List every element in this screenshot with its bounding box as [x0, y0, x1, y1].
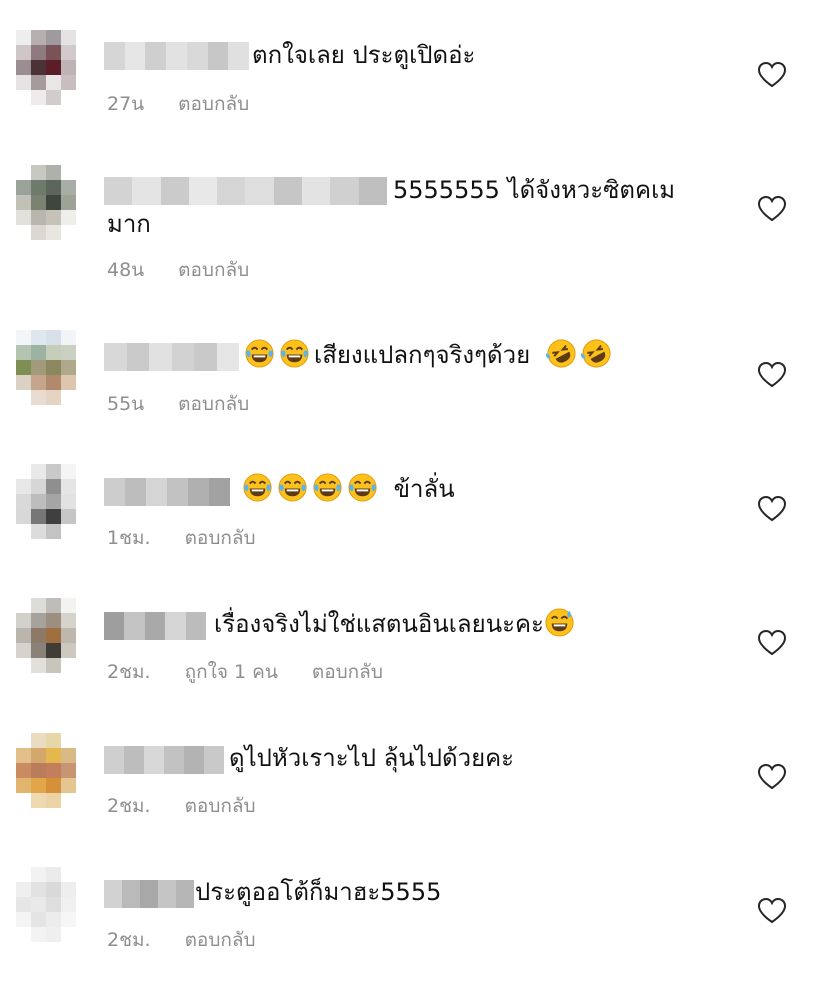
comment-text-row: เสียงแปลกๆจริงๆด้วย — [244, 338, 616, 372]
comment-text: เสียงแปลกๆจริงๆด้วย — [314, 341, 531, 369]
comment-meta: 2ชม. ถูกใจ 1 คน ตอบกลับ — [107, 657, 383, 687]
username-blurred[interactable] — [104, 42, 249, 70]
username-blurred[interactable] — [104, 343, 239, 371]
reply-button[interactable]: ตอบกลับ — [185, 925, 256, 955]
username-blurred[interactable] — [104, 612, 206, 640]
reply-button[interactable]: ตอบกลับ — [185, 791, 256, 821]
comment-meta: 55น ตอบกลับ — [107, 389, 249, 419]
likes-count-link[interactable]: ถูกใจ 1 คน — [185, 657, 278, 687]
comment-text: เรื่องจริงไม่ใช่แสตนอินเลยนะคะ — [214, 610, 544, 638]
rolling-on-floor-laughing-emoji — [580, 338, 612, 369]
comment-meta: 27น ตอบกลับ — [107, 89, 249, 119]
comment-time: 2ชม. — [107, 929, 151, 951]
reply-button[interactable]: ตอบกลับ — [178, 389, 249, 419]
face-with-tears-of-joy-emoji — [244, 338, 275, 369]
heart-outline-icon[interactable] — [758, 764, 786, 790]
avatar[interactable] — [16, 330, 76, 405]
face-with-tears-of-joy-emoji — [277, 472, 308, 503]
avatar[interactable] — [16, 30, 76, 105]
heart-outline-icon[interactable] — [758, 496, 786, 522]
comment-text: 5555555 ได้จังหวะซิตคเม — [393, 176, 676, 204]
heart-outline-icon[interactable] — [758, 898, 786, 924]
heart-outline-icon[interactable] — [758, 196, 786, 222]
comment-time: 1ชม. — [107, 527, 151, 549]
reply-button[interactable]: ตอบกลับ — [312, 657, 383, 687]
comment-time: 2ชม. — [107, 795, 151, 817]
comment-text: ตกใจเลย ประตูเปิดอ่ะ — [252, 41, 476, 69]
username-blurred[interactable] — [104, 478, 230, 506]
rolling-on-floor-laughing-emoji — [545, 338, 577, 369]
reply-button[interactable]: ตอบกลับ — [178, 255, 249, 285]
comment-text-row: เรื่องจริงไม่ใช่แสตนอินเลยนะคะ — [214, 607, 579, 641]
comment-meta: 2ชม. ตอบกลับ — [107, 791, 256, 821]
avatar[interactable] — [16, 598, 76, 673]
comment-meta: 48น ตอบกลับ — [107, 255, 249, 285]
reply-button[interactable]: ตอบกลับ — [178, 89, 249, 119]
heart-outline-icon[interactable] — [758, 62, 786, 88]
comment-time: 27น — [107, 93, 145, 115]
grinning-face-with-sweat-emoji — [544, 607, 574, 638]
comment-time: 2ชม. — [107, 661, 151, 683]
comment-text-continued: มาก — [107, 210, 151, 238]
heart-outline-icon[interactable] — [758, 362, 786, 388]
reply-button[interactable]: ตอบกลับ — [185, 523, 256, 553]
comment-meta: 1ชม. ตอบกลับ — [107, 523, 256, 553]
comment-text: ข้าลั่น — [393, 475, 455, 503]
face-with-tears-of-joy-emoji — [279, 338, 310, 369]
face-with-tears-of-joy-emoji — [312, 472, 343, 503]
username-blurred[interactable] — [104, 880, 194, 908]
face-with-tears-of-joy-emoji — [242, 472, 273, 503]
avatar[interactable] — [16, 464, 76, 539]
heart-outline-icon[interactable] — [758, 630, 786, 656]
username-blurred[interactable] — [104, 177, 387, 205]
comment-text: ประตูออโต้ก็มาฮะ5555 — [195, 878, 442, 906]
avatar[interactable] — [16, 867, 76, 942]
avatar[interactable] — [16, 733, 76, 808]
comment-meta: 2ชม. ตอบกลับ — [107, 925, 256, 955]
comment-text-row: ข้าลั่น — [242, 472, 455, 506]
avatar[interactable] — [16, 165, 76, 240]
username-blurred[interactable] — [104, 746, 224, 774]
comment-text: ดูไปหัวเราะไป ลุ้นไปด้วยคะ — [229, 744, 515, 772]
face-with-tears-of-joy-emoji — [347, 472, 378, 503]
comment-time: 55น — [107, 393, 145, 415]
comment-time: 48น — [107, 259, 145, 281]
